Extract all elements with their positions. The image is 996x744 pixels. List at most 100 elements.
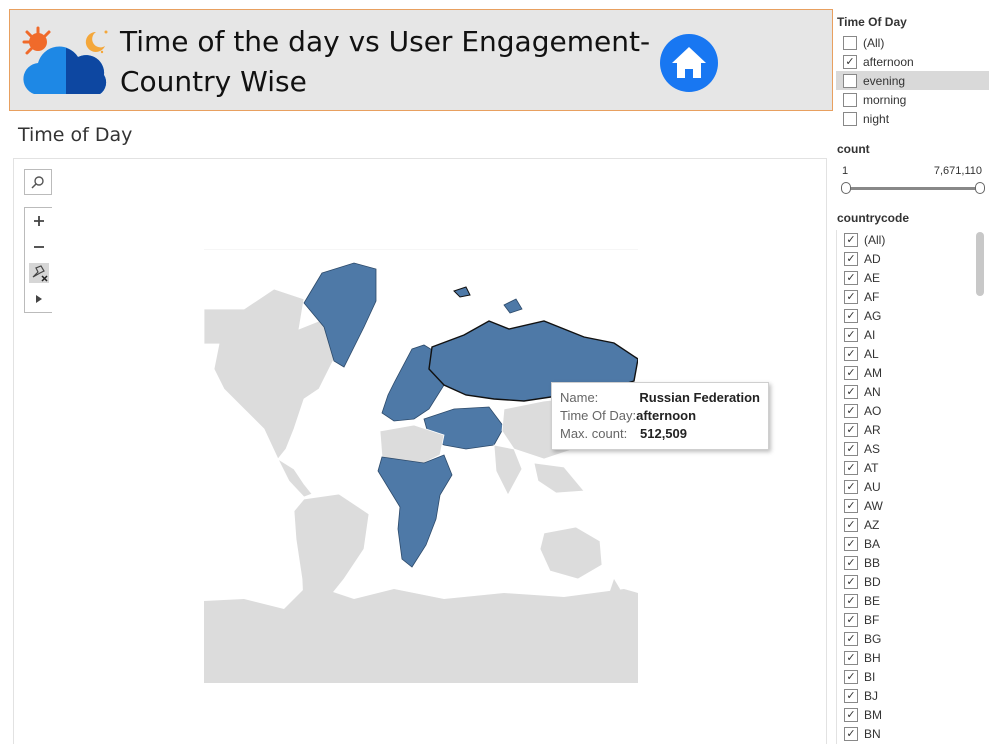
countrycode-option[interactable]: ✓ BI — [837, 667, 975, 686]
countrycode-option[interactable]: ✓ BG — [837, 629, 975, 648]
search-icon[interactable] — [24, 169, 52, 195]
countrycode-option[interactable]: ✓ AZ — [837, 515, 975, 534]
countrycode-option[interactable]: ✓ AD — [837, 249, 975, 268]
countrycode-option-label: AR — [864, 422, 881, 437]
countrycode-option-label: BM — [864, 707, 882, 722]
play-icon[interactable] — [25, 286, 53, 312]
countrycode-filter[interactable]: ✓ (All) ✓ AD ✓ AE ✓ AF ✓ AG ✓ AI ✓ AL ✓ AM ✓ AN ✓ AO ✓ AR ✓ AS ✓… — [836, 230, 990, 744]
count-min: 1 — [842, 165, 849, 177]
countrycode-option[interactable]: ✓ AF — [837, 287, 975, 306]
checkbox[interactable]: ✓ — [844, 517, 858, 532]
checkbox[interactable]: ✓ — [844, 441, 858, 456]
countrycode-option[interactable]: ✓ AI — [837, 325, 975, 344]
countrycode-option[interactable]: ✓ AM — [837, 363, 975, 382]
checkbox[interactable]: ✓ — [844, 726, 858, 741]
countrycode-option[interactable]: ✓ BD — [837, 572, 975, 591]
checkbox[interactable] — [843, 73, 857, 88]
checkbox[interactable] — [843, 35, 857, 50]
checkbox[interactable]: ✓ — [844, 346, 858, 361]
countrycode-option[interactable]: ✓ BH — [837, 648, 975, 667]
zoom-in-icon[interactable] — [25, 208, 53, 234]
zoom-out-icon[interactable] — [25, 234, 53, 260]
countrycode-option[interactable]: ✓ BA — [837, 534, 975, 553]
checkbox[interactable]: ✓ — [844, 707, 858, 722]
checkbox[interactable]: ✓ — [844, 479, 858, 494]
checkbox[interactable]: ✓ — [844, 327, 858, 342]
time-of-day-option[interactable]: ✓ afternoon — [836, 52, 989, 71]
countrycode-option[interactable]: ✓ BJ — [837, 686, 975, 705]
time-of-day-option[interactable]: evening — [836, 71, 989, 90]
countrycode-option[interactable]: ✓ AR — [837, 420, 975, 439]
filter-panel: Time Of Day (All) ✓ afternoon evening mornin… — [836, 0, 996, 744]
checkbox[interactable]: ✓ — [844, 422, 858, 437]
count-slider-track[interactable] — [846, 187, 980, 190]
checkbox[interactable]: ✓ — [844, 384, 858, 399]
countrycode-option[interactable]: ✓ BE — [837, 591, 975, 610]
home-button[interactable] — [660, 34, 718, 92]
countrycode-option-label: AN — [864, 384, 881, 399]
checkbox[interactable]: ✓ — [844, 593, 858, 608]
checkbox[interactable]: ✓ — [844, 498, 858, 513]
checkbox[interactable]: ✓ — [844, 289, 858, 304]
countrycode-option[interactable]: ✓ BN — [837, 724, 975, 743]
count-slider-min-handle[interactable] — [841, 182, 851, 194]
checkbox[interactable]: ✓ — [844, 308, 858, 323]
checkbox[interactable] — [843, 111, 857, 126]
time-of-day-option[interactable]: morning — [836, 90, 989, 109]
checkbox[interactable] — [843, 92, 857, 107]
time-of-day-option-label: afternoon — [863, 54, 914, 69]
countrycode-option-label: AU — [864, 479, 881, 494]
count-max: 7,671,110 — [933, 165, 982, 177]
countrycode-option[interactable]: ✓ AT — [837, 458, 975, 477]
countrycode-option[interactable]: ✓ AE — [837, 268, 975, 287]
weather-sun-moon-cloud-icon — [22, 26, 108, 94]
count-slider-max-handle[interactable] — [975, 182, 985, 194]
africa — [377, 454, 453, 568]
checkbox[interactable]: ✓ — [844, 270, 858, 285]
home-icon — [672, 47, 706, 78]
checkbox[interactable]: ✓ — [843, 54, 857, 69]
countrycode-option[interactable]: ✓ AG — [837, 306, 975, 325]
countrycode-option-label: BH — [864, 650, 881, 665]
countrycode-option-label: AS — [864, 441, 881, 456]
countrycode-option-label: (All) — [864, 232, 886, 247]
countrycode-option-label: AF — [864, 289, 880, 304]
countrycode-option-label: BI — [864, 669, 876, 684]
countrycode-option[interactable]: ✓ BB — [837, 553, 975, 572]
map-tooltip: Name: Russian Federation Time Of Day: af… — [551, 382, 769, 450]
checkbox[interactable]: ✓ — [844, 688, 858, 703]
countrycode-option[interactable]: ✓ AO — [837, 401, 975, 420]
checkbox[interactable]: ✓ — [844, 460, 858, 475]
checkbox[interactable]: ✓ — [844, 251, 858, 266]
countrycode-option[interactable]: ✓ BF — [837, 610, 975, 629]
countrycode-option[interactable]: ✓ AW — [837, 496, 975, 515]
countrycode-option[interactable]: ✓ AN — [837, 382, 975, 401]
unpin-icon[interactable] — [25, 260, 53, 286]
checkbox[interactable]: ✓ — [844, 574, 858, 589]
checkbox[interactable]: ✓ — [844, 669, 858, 684]
checkbox[interactable]: ✓ — [844, 555, 858, 570]
tooltip-name-row: Name: Russian Federation — [560, 389, 760, 407]
countrycode-scrollbar[interactable] — [976, 232, 984, 296]
tooltip-count-key: Max. count: — [560, 426, 628, 441]
checkbox[interactable]: ✓ — [844, 403, 858, 418]
countrycode-option[interactable]: ✓ BM — [837, 705, 975, 724]
time-of-day-option[interactable]: (All) — [836, 33, 989, 52]
time-of-day-option[interactable]: night — [836, 109, 989, 128]
australia — [539, 526, 603, 580]
countrycode-option[interactable]: ✓ AS — [837, 439, 975, 458]
countrycode-option[interactable]: ✓ (All) — [837, 230, 975, 249]
checkbox[interactable]: ✓ — [844, 650, 858, 665]
time-of-day-filter-title: Time Of Day — [837, 15, 907, 29]
countrycode-option[interactable]: ✓ AL — [837, 344, 975, 363]
checkbox[interactable]: ✓ — [844, 612, 858, 627]
map-panel[interactable]: Name: Russian Federation Time Of Day: af… — [13, 158, 827, 744]
checkbox[interactable]: ✓ — [844, 232, 858, 247]
checkbox[interactable]: ✓ — [844, 631, 858, 646]
world-map[interactable] — [204, 249, 638, 683]
countrycode-option[interactable]: ✓ AU — [837, 477, 975, 496]
countrycode-option-label: BE — [864, 593, 881, 608]
checkbox[interactable]: ✓ — [844, 536, 858, 551]
checkbox[interactable]: ✓ — [844, 365, 858, 380]
countrycode-option-label: AD — [864, 251, 881, 266]
